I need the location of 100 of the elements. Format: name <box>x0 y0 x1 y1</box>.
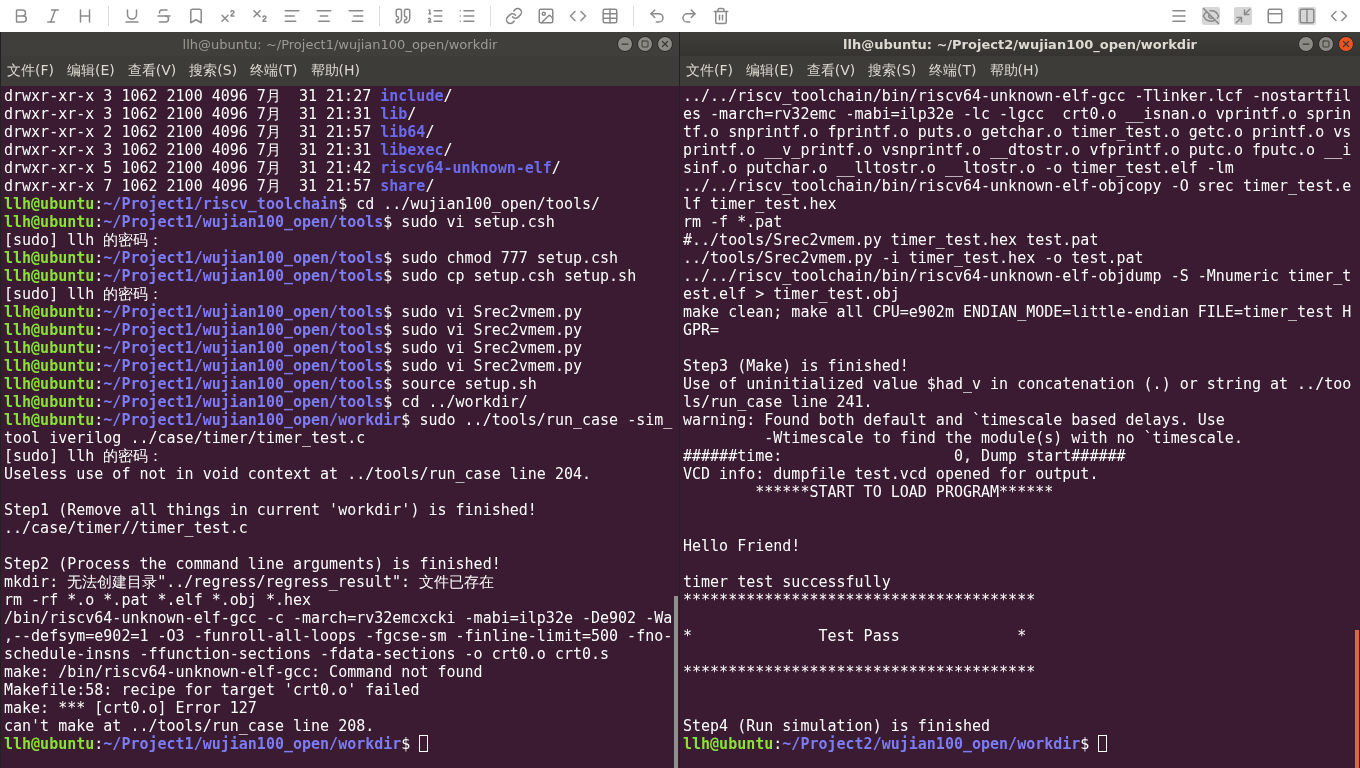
scrollbar-thumb[interactable] <box>1355 630 1359 768</box>
close-button[interactable] <box>1338 36 1354 52</box>
align-center-icon[interactable] <box>315 7 333 25</box>
collapse-icon[interactable] <box>1234 7 1252 25</box>
bookmark-icon[interactable] <box>187 7 205 25</box>
terminal-text: $ sudo vi Srec2vmem.py <box>383 321 582 339</box>
terminal-text: tf.o snprintf.o fprintf.o puts.o getchar.o timer_test.o getc.o printf.o vs <box>683 123 1352 141</box>
align-left-icon[interactable] <box>283 7 301 25</box>
menu-item[interactable]: 编辑(E) <box>67 62 115 80</box>
underline-icon[interactable] <box>123 7 141 25</box>
terminal-text: / <box>443 141 453 159</box>
terminal-text: : <box>773 735 783 753</box>
trash-icon[interactable] <box>712 7 730 25</box>
terminal-text: $ source setup.sh <box>383 375 537 393</box>
menu-item[interactable]: 终端(T) <box>929 62 977 80</box>
terminal-text: : <box>94 303 104 321</box>
image-icon[interactable] <box>537 7 555 25</box>
align-right-icon[interactable] <box>347 7 365 25</box>
menu-item[interactable]: 文件(F) <box>7 62 54 80</box>
maximize-button[interactable] <box>637 36 653 52</box>
terminal-text: drwxr-xr-x 3 1062 2100 4096 7月 31 21:27 <box>4 87 373 105</box>
menu-item[interactable]: 帮助(H) <box>310 62 361 80</box>
terminal-text: * Test Pass * <box>683 627 1027 645</box>
columns-icon[interactable] <box>1298 7 1316 25</box>
panel-icon[interactable] <box>1266 7 1284 25</box>
terminal-text: Hello Friend! <box>683 537 801 555</box>
menu-item[interactable]: 文件(F) <box>686 62 733 80</box>
prompt-path: ~/Project1/wujian100_open/tools <box>103 321 384 339</box>
table-icon[interactable] <box>601 7 619 25</box>
terminal-text: / <box>425 177 435 195</box>
terminal-text: rm -f *.pat <box>683 213 783 231</box>
numbered-list-icon[interactable] <box>426 7 444 25</box>
link-icon[interactable] <box>505 7 523 25</box>
subscript-icon[interactable] <box>251 7 269 25</box>
superscript-icon[interactable] <box>219 7 237 25</box>
prompt-user: llh@ubuntu <box>4 267 95 285</box>
prompt-user: llh@ubuntu <box>4 213 95 231</box>
terminal-text: warning: Found both default and `timescale based delays. Use <box>683 411 1225 429</box>
terminal-text: : <box>94 249 104 267</box>
prompt-user: llh@ubuntu <box>4 375 95 393</box>
terminal-text: ../case/timer//timer_test.c <box>4 519 248 537</box>
terminal-text: $ cd ../wujian100_open/tools/ <box>338 195 601 213</box>
prompt-path: ~/Project1/wujian100_open/tools <box>103 339 384 357</box>
terminal-text: make: /bin/riscv64-unknown-elf-gcc: Command not found <box>4 663 483 681</box>
prompt-path: ~/Project1/wujian100_open/tools <box>103 357 384 375</box>
scrollbar-thumb[interactable] <box>674 596 678 768</box>
terminal-text: / <box>425 123 435 141</box>
terminal-text: ls/run_case line 241. <box>683 393 873 411</box>
directory-name: lib64 <box>380 123 426 141</box>
eye-off-icon[interactable] <box>1202 7 1220 25</box>
terminal-text: / <box>443 87 453 105</box>
terminal-text: ../../riscv_toolchain/bin/riscv64-unknown-elf-objcopy -O srec timer_test.e <box>683 177 1352 195</box>
terminal-text: : <box>94 321 104 339</box>
terminal-text: $ sudo vi Srec2vmem.py <box>383 357 582 375</box>
terminal-text: drwxr-xr-x 3 1062 2100 4096 7月 31 21:31 <box>4 105 373 123</box>
terminal-text: #../tools/Srec2vmem.py timer_test.hex test.pat <box>683 231 1099 249</box>
menu-item[interactable]: 搜索(S) <box>189 62 238 80</box>
terminal-text: Step1 (Remove all things in current 'workdir') is finished! <box>4 501 537 519</box>
terminal-text: Makefile:58: recipe for target 'crt0.o' failed <box>4 681 420 699</box>
menu-item[interactable]: 查看(V) <box>127 62 177 80</box>
terminal-text: drwxr-xr-x 5 1062 2100 4096 7月 31 21:42 <box>4 159 373 177</box>
redo-icon[interactable] <box>680 7 698 25</box>
prompt-path: ~/Project1/wujian100_open/workdir <box>103 411 402 429</box>
terminal-text: *************************************** <box>683 591 1036 609</box>
menu-item[interactable]: 终端(T) <box>250 62 298 80</box>
terminal-text: lf timer_test.hex <box>683 195 837 213</box>
terminal-text: $ cd ../workdir/ <box>383 393 528 411</box>
terminal-text: : <box>94 339 104 357</box>
minimize-button[interactable] <box>1298 36 1314 52</box>
terminal-text: VCD info: dumpfile test.vcd opened for output. <box>683 465 1099 483</box>
prompt-user: llh@ubuntu <box>4 303 95 321</box>
terminal-text: printf.o __v_printf.o vsnprintf.o __dtostr.o vfprintf.o putc.o fputc.o __i <box>683 141 1352 159</box>
bullet-list-icon[interactable] <box>458 7 476 25</box>
close-button[interactable] <box>657 36 673 52</box>
directory-name: riscv64-unknown-elf <box>380 159 552 177</box>
menu-icon[interactable] <box>1170 7 1188 25</box>
terminal-text: : <box>94 195 104 213</box>
strikethrough-icon[interactable] <box>155 7 173 25</box>
directory-name: share <box>380 177 426 195</box>
terminal-text: $ sudo cp setup.csh setup.sh <box>383 267 637 285</box>
terminal-text: sinf.o putchar.o __lltostr.o __ltostr.o -o timer_test.elf -lm <box>683 159 1234 177</box>
terminal-text: [sudo] llh 的密码： <box>4 231 164 249</box>
terminal-text: Useless use of not in void context at ../tools/run_case line 204. <box>4 465 591 483</box>
undo-icon[interactable] <box>648 7 666 25</box>
quote-icon[interactable] <box>394 7 412 25</box>
menu-item[interactable]: 帮助(H) <box>989 62 1040 80</box>
terminal-text: : <box>94 213 104 231</box>
terminal-text: drwxr-xr-x 3 1062 2100 4096 7月 31 21:31 <box>4 141 373 159</box>
terminal-text: $ sudo vi Srec2vmem.py <box>383 303 582 321</box>
menu-item[interactable]: 查看(V) <box>806 62 856 80</box>
minimize-button[interactable] <box>617 36 633 52</box>
italic-icon[interactable] <box>44 7 62 25</box>
terminal-text: make: *** [crt0.o] Error 127 <box>4 699 257 717</box>
menu-item[interactable]: 搜索(S) <box>868 62 917 80</box>
prompt-path: ~/Project1/wujian100_open/tools <box>103 213 384 231</box>
menu-item[interactable]: 编辑(E) <box>746 62 794 80</box>
prompt-user: llh@ubuntu <box>4 393 95 411</box>
maximize-button[interactable] <box>1318 36 1334 52</box>
prompt-user: llh@ubuntu <box>4 357 95 375</box>
terminal-text: es -march=rv32emc -mabi=ilp32e -lc -lgcc crt0.o __isnan.o vprintf.o sprin <box>683 105 1352 123</box>
